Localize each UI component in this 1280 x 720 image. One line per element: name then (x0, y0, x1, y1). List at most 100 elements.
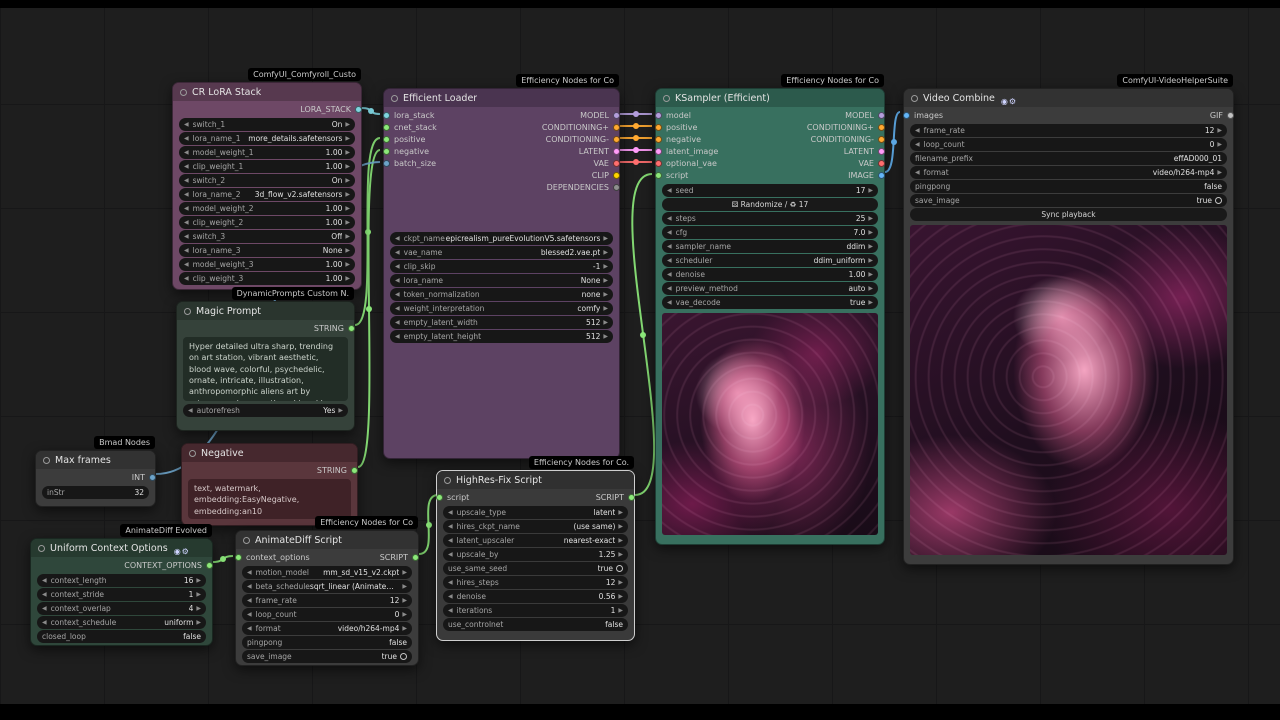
arrow-left-icon[interactable]: ◀ (184, 135, 189, 142)
arrow-right-icon[interactable]: ▶ (618, 551, 623, 558)
widget-seed[interactable]: ◀seed17▶ (662, 184, 878, 197)
port-dot-icon[interactable] (878, 112, 885, 119)
widget-pingpong[interactable]: pingpongfalse (242, 636, 412, 649)
output-model-port[interactable]: MODEL (542, 109, 620, 121)
arrow-right-icon[interactable]: ▶ (402, 625, 407, 632)
widget-filename-prefix[interactable]: filename_prefixeffAD000_01 (910, 152, 1227, 165)
input-negative-port[interactable]: negative (655, 133, 718, 145)
widget-beta-schedule[interactable]: ◀beta_schedulesqrt_linear (AnimateDiff)▶ (242, 580, 412, 593)
node-header[interactable]: HighRes-Fix Script (437, 471, 634, 489)
output-vae-port[interactable]: VAE (807, 157, 885, 169)
widget-lora-name-3[interactable]: ◀lora_name_3None▶ (179, 244, 355, 257)
arrow-right-icon[interactable]: ▶ (603, 333, 608, 340)
port-dot-icon[interactable] (655, 160, 662, 167)
port-dot-icon[interactable] (655, 172, 662, 179)
arrow-right-icon[interactable]: ▶ (345, 275, 350, 282)
port-dot-icon[interactable] (149, 474, 156, 481)
widget-denoise[interactable]: ◀denoise1.00▶ (662, 268, 878, 281)
port-dot-icon[interactable] (628, 494, 635, 501)
port-dot-icon[interactable] (613, 160, 620, 167)
arrow-right-icon[interactable]: ▶ (868, 215, 873, 222)
widget-hires-steps[interactable]: ◀hires_steps12▶ (443, 576, 628, 589)
arrow-right-icon[interactable]: ▶ (618, 509, 623, 516)
output-image-port[interactable]: IMAGE (807, 169, 885, 181)
port-dot-icon[interactable] (613, 172, 620, 179)
title-icon-1[interactable]: ⚙ (182, 547, 189, 556)
port-dot-icon[interactable] (383, 148, 390, 155)
port-dot-icon[interactable] (348, 325, 355, 332)
arrow-right-icon[interactable]: ▶ (345, 219, 350, 226)
node-header[interactable]: KSampler (Efficient) (656, 89, 884, 107)
widget-context-length[interactable]: ◀context_length16▶ (37, 574, 206, 587)
arrow-left-icon[interactable]: ◀ (448, 509, 453, 516)
arrow-right-icon[interactable]: ▶ (618, 523, 623, 530)
arrow-right-icon[interactable]: ▶ (868, 257, 873, 264)
arrow-left-icon[interactable]: ◀ (395, 333, 400, 340)
arrow-right-icon[interactable]: ▶ (196, 591, 201, 598)
arrow-left-icon[interactable]: ◀ (667, 243, 672, 250)
output-script-port[interactable]: SCRIPT (596, 491, 635, 503)
widget-clip-skip[interactable]: ◀clip_skip-1▶ (390, 260, 613, 273)
arrow-left-icon[interactable]: ◀ (42, 591, 47, 598)
port-dot-icon[interactable] (878, 160, 885, 167)
port-dot-icon[interactable] (655, 136, 662, 143)
toggle-icon[interactable] (400, 653, 407, 660)
arrow-left-icon[interactable]: ◀ (448, 579, 453, 586)
arrow-left-icon[interactable]: ◀ (448, 523, 453, 530)
arrow-left-icon[interactable]: ◀ (667, 229, 672, 236)
port-dot-icon[interactable] (878, 124, 885, 131)
arrow-left-icon[interactable]: ◀ (667, 257, 672, 264)
widget-clip-weight-3[interactable]: ◀clip_weight_31.00▶ (179, 272, 355, 285)
port-dot-icon[interactable] (355, 106, 362, 113)
widget-switch-2[interactable]: ◀switch_2On▶ (179, 174, 355, 187)
input-script-port[interactable]: script (436, 491, 469, 503)
collapse-icon[interactable] (189, 450, 196, 457)
arrow-right-icon[interactable]: ▶ (603, 235, 608, 242)
arrow-left-icon[interactable]: ◀ (395, 305, 400, 312)
collapse-icon[interactable] (663, 95, 670, 102)
arrow-right-icon[interactable]: ▶ (345, 191, 350, 198)
arrow-left-icon[interactable]: ◀ (915, 141, 920, 148)
arrow-right-icon[interactable]: ▶ (345, 233, 350, 240)
collapse-icon[interactable] (38, 545, 45, 552)
input-positive-port[interactable]: positive (383, 133, 437, 145)
arrow-right-icon[interactable]: ▶ (345, 177, 350, 184)
widget-context-schedule[interactable]: ◀context_scheduleuniform▶ (37, 616, 206, 629)
arrow-left-icon[interactable]: ◀ (667, 299, 672, 306)
arrow-right-icon[interactable]: ▶ (603, 277, 608, 284)
widget-iterations[interactable]: ◀iterations1▶ (443, 604, 628, 617)
output-dependencies-port[interactable]: DEPENDENCIES (542, 181, 620, 193)
node-animatediff-script[interactable]: Efficiency Nodes for Co AnimateDiff Scri… (235, 530, 419, 666)
port-dot-icon[interactable] (655, 124, 662, 131)
widget-motion-model[interactable]: ◀motion_modelmm_sd_v15_v2.ckpt▶ (242, 566, 412, 579)
widget-latent-upscaler[interactable]: ◀latent_upscalernearest-exact▶ (443, 534, 628, 547)
arrow-right-icon[interactable]: ▶ (868, 229, 873, 236)
arrow-left-icon[interactable]: ◀ (184, 275, 189, 282)
input-batch-size-port[interactable]: batch_size (383, 157, 437, 169)
arrow-right-icon[interactable]: ▶ (618, 593, 623, 600)
input-latent-image-port[interactable]: latent_image (655, 145, 718, 157)
arrow-right-icon[interactable]: ▶ (603, 263, 608, 270)
collapse-icon[interactable] (243, 537, 250, 544)
widget-use-same-seed[interactable]: use_same_seedtrue (443, 562, 628, 575)
output-latent-port[interactable]: LATENT (807, 145, 885, 157)
arrow-right-icon[interactable]: ▶ (603, 319, 608, 326)
arrow-left-icon[interactable]: ◀ (915, 169, 920, 176)
toggle-icon[interactable] (616, 565, 623, 572)
widget-model-weight-2[interactable]: ◀model_weight_21.00▶ (179, 202, 355, 215)
arrow-left-icon[interactable]: ◀ (667, 285, 672, 292)
input-images-port[interactable]: images (903, 109, 943, 121)
toggle-icon[interactable] (1215, 197, 1222, 204)
arrow-left-icon[interactable]: ◀ (247, 569, 252, 576)
arrow-right-icon[interactable]: ▶ (345, 247, 350, 254)
widget-vae-decode[interactable]: ◀vae_decodetrue▶ (662, 296, 878, 309)
arrow-right-icon[interactable]: ▶ (338, 407, 343, 414)
node-cr-lora-stack[interactable]: ComfyUI_Comfyroll_Custo CR LoRA Stack LO… (172, 82, 362, 290)
arrow-left-icon[interactable]: ◀ (184, 163, 189, 170)
arrow-right-icon[interactable]: ▶ (345, 149, 350, 156)
arrow-left-icon[interactable]: ◀ (42, 619, 47, 626)
output-vae-port[interactable]: VAE (542, 157, 620, 169)
widget-switch-3[interactable]: ◀switch_3Off▶ (179, 230, 355, 243)
widget-format[interactable]: ◀formatvideo/h264-mp4▶ (910, 166, 1227, 179)
collapse-icon[interactable] (911, 95, 918, 102)
